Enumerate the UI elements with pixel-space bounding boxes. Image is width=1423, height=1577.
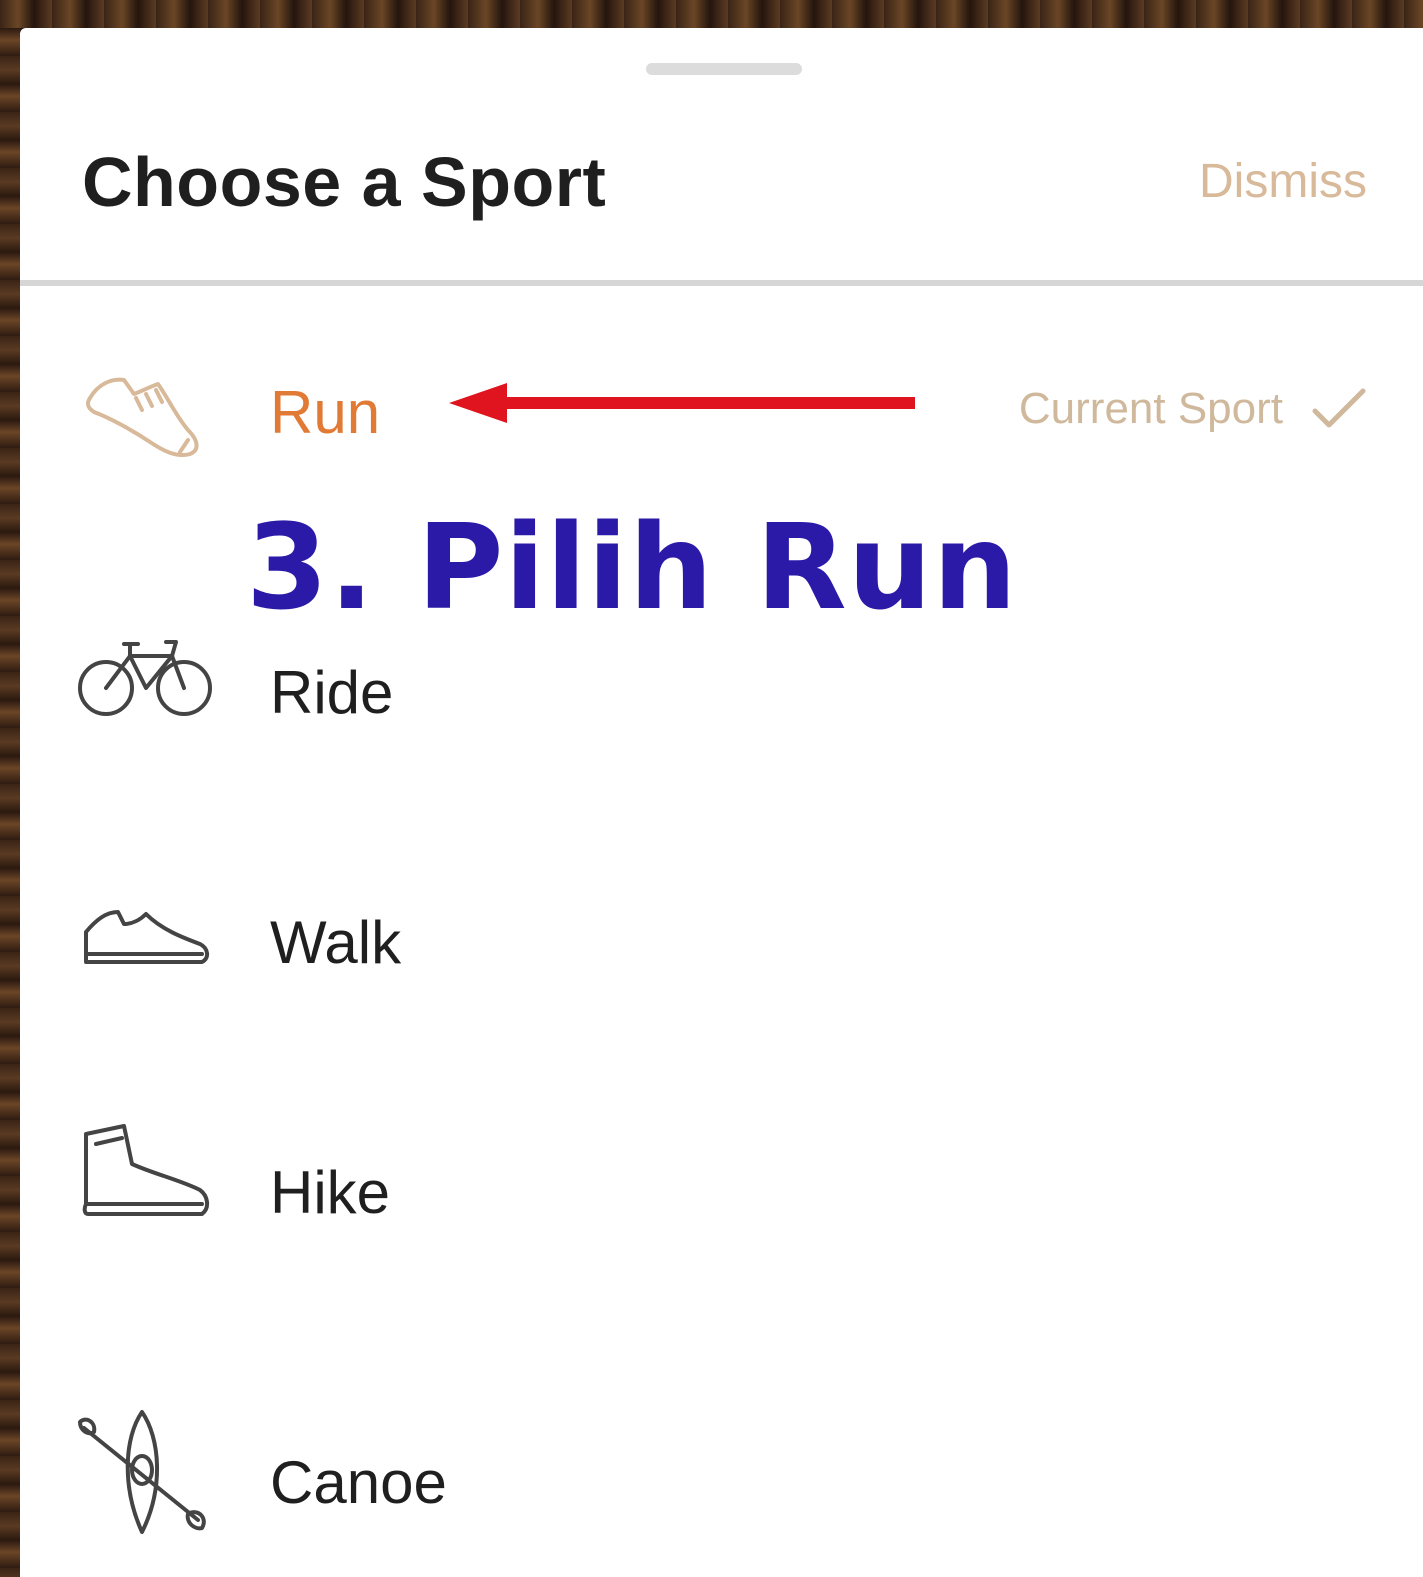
sport-item-walk[interactable]: Walk xyxy=(20,828,1423,1028)
background-left-edge xyxy=(0,0,20,1577)
background-top-edge xyxy=(0,0,1423,28)
sport-item-label: Walk xyxy=(270,909,402,976)
dismiss-button[interactable]: Dismiss xyxy=(1199,154,1367,209)
annotation-instruction: 3. Pilih Run xyxy=(246,498,1018,636)
sport-item-canoe[interactable]: Canoe xyxy=(20,1338,1423,1538)
walking-shoe-icon xyxy=(76,874,216,984)
current-sport-label: Current Sport xyxy=(1018,384,1283,433)
running-shoe-icon xyxy=(76,354,216,464)
header-divider xyxy=(20,280,1423,286)
annotation-arrow xyxy=(445,373,925,438)
hiking-boot-icon xyxy=(76,1118,216,1228)
sheet-grabber-handle[interactable] xyxy=(646,63,802,75)
bicycle-icon xyxy=(76,616,216,726)
sport-item-label: Canoe xyxy=(270,1449,447,1516)
sport-item-label: Run xyxy=(270,379,381,446)
sport-picker-sheet: Choose a Sport Dismiss Run Current Sport xyxy=(20,28,1423,1577)
checkmark-icon xyxy=(1311,387,1367,431)
sport-item-hike[interactable]: Hike xyxy=(20,1078,1423,1278)
current-sport-indicator: Current Sport xyxy=(1019,384,1367,434)
sheet-title: Choose a Sport xyxy=(82,143,607,221)
sport-item-label: Ride xyxy=(270,659,394,726)
canoe-icon xyxy=(76,1408,216,1534)
sport-item-label: Hike xyxy=(270,1159,391,1226)
